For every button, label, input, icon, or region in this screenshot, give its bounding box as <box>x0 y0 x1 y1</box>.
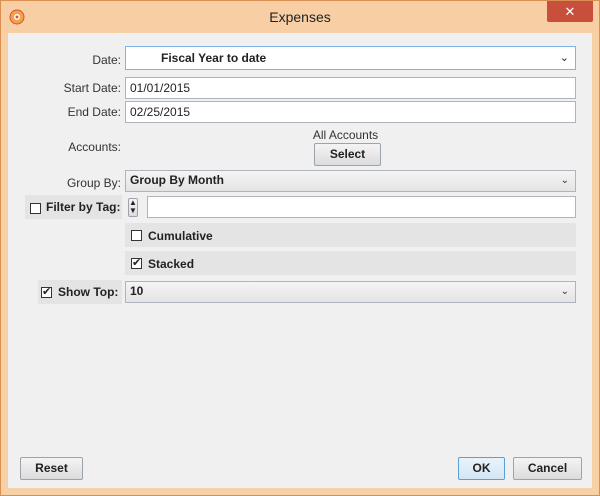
cumulative-label[interactable]: Cumulative <box>148 229 213 243</box>
chevron-down-icon: ⌄ <box>560 175 569 186</box>
close-button[interactable]: ✕ <box>547 1 593 22</box>
tag-input[interactable] <box>147 196 576 218</box>
cancel-button[interactable]: Cancel <box>513 457 582 480</box>
end-date-field[interactable]: 02/25/2015 <box>125 101 576 123</box>
group-by-label: Group By: <box>66 176 121 190</box>
filter-by-tag-label[interactable]: Filter by Tag: <box>46 200 120 214</box>
title-bar[interactable]: Expenses ✕ <box>1 1 599 33</box>
close-icon: ✕ <box>564 4 576 19</box>
date-range-value: Fiscal Year to date <box>161 51 267 65</box>
stacked-label[interactable]: Stacked <box>148 257 194 271</box>
show-top-checkbox[interactable]: ✔ <box>41 287 52 298</box>
reset-button[interactable]: Reset <box>20 457 83 480</box>
group-by-value: Group By Month <box>130 173 224 187</box>
show-top-label[interactable]: Show Top: <box>58 285 118 299</box>
accounts-value: All Accounts <box>312 128 379 142</box>
show-top-select[interactable]: 10 ⌄ <box>125 281 576 303</box>
spinner-icon[interactable]: ▲ ▼ <box>128 198 138 217</box>
end-date-label: End Date: <box>67 105 121 119</box>
check-icon: ✔ <box>42 286 52 298</box>
chevron-down-icon: ⌄ <box>559 52 569 64</box>
stacked-checkbox[interactable]: ✔ <box>131 258 142 269</box>
window-title: Expenses <box>269 9 331 25</box>
select-accounts-button[interactable]: Select <box>314 143 381 166</box>
ok-button[interactable]: OK <box>458 457 505 480</box>
start-date-field[interactable]: 01/01/2015 <box>125 77 576 99</box>
check-icon: ✔ <box>132 257 142 269</box>
accounts-label: Accounts: <box>68 140 121 154</box>
date-range-select[interactable]: Fiscal Year to date ⌄ <box>125 46 576 70</box>
chevron-down-icon: ⌄ <box>560 286 569 297</box>
expenses-window: Expenses ✕ Date: Fiscal Year to date ⌄ S… <box>0 0 600 496</box>
start-date-label: Start Date: <box>63 81 121 95</box>
dialog-body: Date: Fiscal Year to date ⌄ Start Date: … <box>8 33 592 488</box>
group-by-select[interactable]: Group By Month ⌄ <box>125 170 576 192</box>
cumulative-checkbox[interactable] <box>131 230 142 241</box>
filter-by-tag-checkbox[interactable] <box>30 203 41 214</box>
show-top-value: 10 <box>130 284 144 298</box>
date-label: Date: <box>92 53 121 67</box>
